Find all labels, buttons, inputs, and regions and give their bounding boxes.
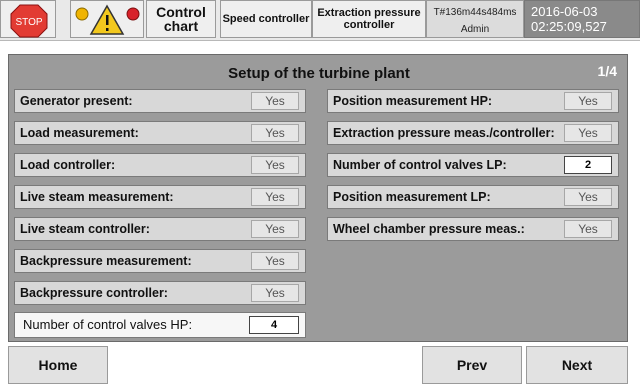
runtime-readout: T#136m44s484ms xyxy=(433,7,517,18)
setting-value[interactable]: Yes xyxy=(251,92,299,110)
panel-title: Setup of the turbine plant xyxy=(228,65,410,82)
setting-value[interactable]: Yes xyxy=(564,92,612,110)
setting-label: Backpressure controller: xyxy=(20,286,168,300)
setting-value[interactable]: Yes xyxy=(251,124,299,142)
setting-value[interactable]: Yes xyxy=(564,188,612,206)
setting-row-live-steam-controller: Live steam controller: Yes xyxy=(14,217,306,241)
setting-row-load-measurement: Load measurement: Yes xyxy=(14,121,306,145)
setup-panel: Setup of the turbine plant 1/4 Generator… xyxy=(8,54,628,342)
stop-button[interactable]: STOP xyxy=(0,0,56,38)
stop-label: STOP xyxy=(15,17,42,28)
alarm-lamp-red-icon xyxy=(126,7,140,21)
prev-label: Prev xyxy=(456,357,488,373)
top-bar: STOP Control chart Speed controller Extr… xyxy=(0,0,640,41)
setting-row-wheel-chamber-pressure: Wheel chamber pressure meas.: Yes xyxy=(327,217,619,241)
setting-row-backpressure-controller: Backpressure controller: Yes xyxy=(14,281,306,305)
setting-value[interactable]: Yes xyxy=(251,220,299,238)
warning-triangle-icon xyxy=(89,4,125,35)
speed-controller-label: Speed controller xyxy=(222,13,310,25)
setting-row-control-valves-lp: Number of control valves LP: 2 xyxy=(327,153,619,177)
setting-label: Load measurement: xyxy=(20,126,139,140)
speed-controller-button[interactable]: Speed controller xyxy=(220,0,312,38)
extraction-controller-label: Extraction pressure controller xyxy=(317,7,421,31)
setting-value[interactable]: Yes xyxy=(251,188,299,206)
date-readout: 2016-06-03 xyxy=(531,4,598,19)
setting-row-load-controller: Load controller: Yes xyxy=(14,153,306,177)
setting-label: Position measurement HP: xyxy=(333,94,493,108)
user-name: Admin xyxy=(460,24,490,35)
session-info: T#136m44s484ms Admin xyxy=(426,0,524,38)
setting-label: Extraction pressure meas./controller: xyxy=(333,126,555,140)
extraction-controller-button[interactable]: Extraction pressure controller xyxy=(312,0,426,38)
setting-value[interactable]: Yes xyxy=(251,156,299,174)
setting-label: Live steam measurement: xyxy=(20,190,174,204)
setting-row-live-steam-measurement: Live steam measurement: Yes xyxy=(14,185,306,209)
setting-row-control-valves-hp: Number of control valves HP: 4 xyxy=(14,312,306,338)
setting-label: Number of control valves HP: xyxy=(23,317,193,332)
stop-sign-icon: STOP xyxy=(10,4,48,38)
setting-value[interactable]: Yes xyxy=(251,284,299,302)
home-button[interactable]: Home xyxy=(8,346,108,384)
control-chart-button[interactable]: Control chart xyxy=(146,0,216,38)
setting-label: Live steam controller: xyxy=(20,222,150,236)
setting-row-generator-present: Generator present: Yes xyxy=(14,89,306,113)
page-indicator: 1/4 xyxy=(597,63,617,79)
setting-label: Load controller: xyxy=(20,158,116,172)
setting-label: Number of control valves LP: xyxy=(333,158,507,172)
control-valves-lp-input[interactable]: 2 xyxy=(564,156,612,174)
next-button[interactable]: Next xyxy=(526,346,628,384)
control-chart-label: Control chart xyxy=(156,4,206,34)
alarm-indicator[interactable] xyxy=(70,0,144,38)
alarm-lamp-icon xyxy=(75,7,89,21)
home-label: Home xyxy=(38,357,78,373)
clock: 2016-06-03 02:25:09,527 xyxy=(524,0,640,38)
setting-label: Wheel chamber pressure meas.: xyxy=(333,222,525,236)
setting-row-extraction-pressure: Extraction pressure meas./controller: Ye… xyxy=(327,121,619,145)
setting-label: Position measurement LP: xyxy=(333,190,491,204)
setting-value[interactable]: Yes xyxy=(251,252,299,270)
control-valves-hp-input[interactable]: 4 xyxy=(249,316,299,334)
setting-label: Backpressure measurement: xyxy=(20,254,192,268)
setting-value[interactable]: Yes xyxy=(564,220,612,238)
setting-label: Generator present: xyxy=(20,94,133,108)
prev-button[interactable]: Prev xyxy=(422,346,522,384)
setting-value[interactable]: Yes xyxy=(564,124,612,142)
setting-row-position-measurement-hp: Position measurement HP: Yes xyxy=(327,89,619,113)
setting-row-position-measurement-lp: Position measurement LP: Yes xyxy=(327,185,619,209)
setting-row-backpressure-measurement: Backpressure measurement: Yes xyxy=(14,249,306,273)
next-label: Next xyxy=(561,357,593,373)
time-readout: 02:25:09,527 xyxy=(531,19,607,34)
